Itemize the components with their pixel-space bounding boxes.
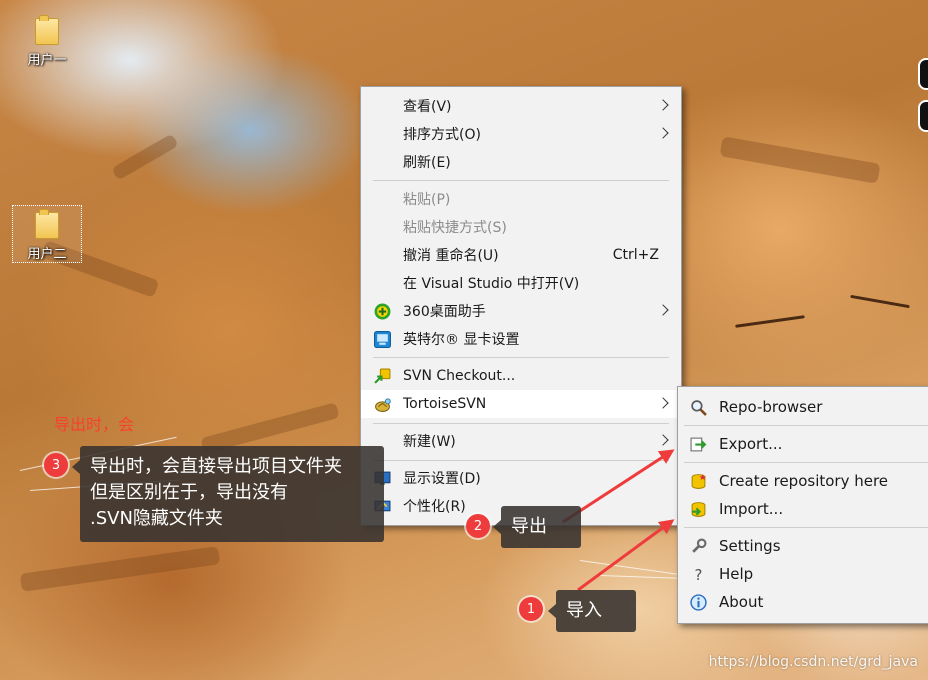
- menu-item-label: 360桌面助手: [403, 304, 486, 320]
- chevron-right-icon: [657, 99, 669, 111]
- cat-eye: [735, 315, 805, 328]
- menu-item-refresh[interactable]: 刷新(E): [361, 148, 681, 176]
- chevron-right-icon: [657, 397, 669, 409]
- info-icon: [690, 594, 707, 611]
- menu-item-label: 新建(W): [403, 434, 456, 450]
- svg-text:?: ?: [695, 566, 703, 583]
- export-icon: [690, 437, 707, 452]
- menu-separator: [373, 357, 669, 358]
- menu-item-paste[interactable]: 粘贴(P): [361, 185, 681, 213]
- desktop-context-menu: 查看(V) 排序方式(O) 刷新(E) 粘贴(P) 粘贴快捷方式(S) 撤消 重…: [360, 86, 682, 526]
- menu-item-label: 个性化(R): [403, 499, 466, 515]
- menu-item-sort[interactable]: 排序方式(O): [361, 120, 681, 148]
- folder-icon: [35, 209, 59, 239]
- menu-item-paste-shortcut[interactable]: 粘贴快捷方式(S): [361, 213, 681, 241]
- chevron-right-icon: [657, 434, 669, 446]
- menu-item-undo-rename[interactable]: 撤消 重命名(U) Ctrl+Z: [361, 241, 681, 269]
- annotation-text: .SVN隐藏文件夹: [90, 508, 223, 529]
- menu-separator: [373, 423, 669, 424]
- menu-separator: [373, 180, 669, 181]
- menu-item-label: 查看(V): [403, 99, 452, 115]
- submenu-item-help[interactable]: ? Help: [678, 560, 928, 588]
- import-icon: [691, 502, 706, 517]
- desktop-icon-folder-1[interactable]: 用户一: [13, 12, 81, 68]
- menu-separator: [684, 425, 928, 426]
- submenu-item-repo-browser[interactable]: Repo-browser: [678, 393, 928, 421]
- annotation-note-2: 导出: [493, 506, 581, 548]
- tortoise-svn-icon: [375, 398, 391, 412]
- intel-graphics-icon: [374, 331, 391, 348]
- submenu-item-about[interactable]: About: [678, 588, 928, 616]
- menu-item-view[interactable]: 查看(V): [361, 92, 681, 120]
- annotation-note-1: 导入: [548, 590, 636, 632]
- submenu-item-create-repository[interactable]: Create repository here: [678, 467, 928, 495]
- annotation-note-3: 导出时，会直接导出项目文件夹 但是区别在于，导出没有 .SVN隐藏文件夹: [72, 446, 384, 542]
- submenu-item-label: Create repository here: [719, 472, 889, 490]
- desktop-icon-label: 用户二: [27, 247, 67, 262]
- menu-item-label: 英特尔® 显卡设置: [403, 332, 520, 348]
- create-repository-icon: [691, 474, 706, 489]
- menu-item-label: 排序方式(O): [403, 127, 481, 143]
- submenu-item-label: Settings: [719, 537, 781, 555]
- desktop-icon-label: 用户一: [27, 53, 67, 68]
- repo-browser-icon: [691, 400, 707, 416]
- edge-widget[interactable]: [918, 58, 928, 90]
- annotation-badge-1: 1: [519, 597, 543, 621]
- tortoise-svn-submenu: Repo-browser Export... Create repository…: [677, 386, 928, 624]
- fur-stroke: [19, 546, 221, 592]
- watermark: https://blog.csdn.net/grd_java: [708, 654, 918, 670]
- edge-widget[interactable]: [918, 100, 928, 132]
- desktop-icon-folder-2[interactable]: 用户二: [12, 205, 82, 263]
- menu-item-360-assistant[interactable]: 360桌面助手: [361, 297, 681, 325]
- menu-item-display-settings[interactable]: 显示设置(D): [361, 464, 681, 492]
- fur-stroke: [719, 136, 881, 184]
- menu-separator: [373, 460, 669, 461]
- menu-item-label: 粘贴(P): [403, 192, 451, 208]
- menu-item-new[interactable]: 新建(W): [361, 427, 681, 455]
- submenu-item-label: Import...: [719, 500, 784, 518]
- submenu-item-label: Repo-browser: [719, 398, 823, 416]
- annotation-text: 但是区别在于，导出没有: [90, 482, 288, 503]
- submenu-item-export[interactable]: Export...: [678, 430, 928, 458]
- submenu-item-label: Help: [719, 565, 754, 583]
- annotation-text: 导出: [511, 516, 547, 537]
- menu-item-shortcut: Ctrl+Z: [612, 247, 659, 263]
- menu-item-open-visual-studio[interactable]: 在 Visual Studio 中打开(V): [361, 269, 681, 297]
- help-question-icon: ?: [695, 566, 703, 583]
- menu-item-label: 显示设置(D): [403, 471, 481, 487]
- menu-item-label: 粘贴快捷方式(S): [403, 220, 507, 236]
- menu-separator: [684, 462, 928, 463]
- cat-eye: [850, 294, 910, 309]
- menu-item-label: SVN Checkout...: [403, 368, 516, 384]
- submenu-item-import[interactable]: Import...: [678, 495, 928, 523]
- chevron-right-icon: [657, 304, 669, 316]
- menu-item-svn-checkout[interactable]: SVN Checkout...: [361, 362, 681, 390]
- annotation-badge-3: 3: [44, 453, 68, 477]
- submenu-item-settings[interactable]: Settings: [678, 532, 928, 560]
- 360-assistant-icon: [374, 303, 391, 320]
- chevron-right-icon: [657, 127, 669, 139]
- fur-stroke: [111, 133, 179, 181]
- annotation-text: 导出时，会直接导出项目文件夹: [90, 456, 342, 477]
- menu-item-intel-graphics[interactable]: 英特尔® 显卡设置: [361, 325, 681, 353]
- submenu-item-label: Export...: [719, 435, 783, 453]
- svn-checkout-icon: [374, 368, 391, 384]
- folder-icon: [35, 15, 59, 45]
- annotation-badge-2: 2: [466, 514, 490, 538]
- menu-item-label: 刷新(E): [403, 155, 451, 171]
- menu-item-label: 在 Visual Studio 中打开(V): [403, 276, 580, 292]
- menu-item-tortoise-svn[interactable]: TortoiseSVN: [361, 390, 681, 418]
- menu-item-label: TortoiseSVN: [403, 396, 487, 412]
- menu-item-label: 撤消 重命名(U): [403, 248, 499, 264]
- submenu-item-label: About: [719, 593, 764, 611]
- settings-wrench-icon: [692, 538, 707, 553]
- faded-annotation-text: 导出时，会: [54, 415, 135, 434]
- menu-separator: [684, 527, 928, 528]
- annotation-text: 导入: [566, 600, 602, 621]
